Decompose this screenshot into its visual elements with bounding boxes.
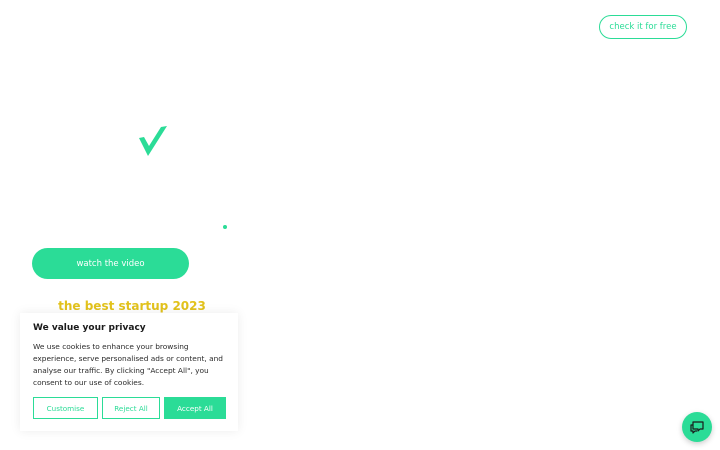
watch-video-button[interactable]: watch the video	[32, 248, 189, 279]
decorative-dot	[223, 225, 227, 229]
cookie-description: We use cookies to enhance your browsing …	[33, 342, 224, 387]
reject-all-button[interactable]: Reject All	[102, 397, 160, 419]
customise-button[interactable]: Customise	[33, 397, 98, 419]
landing-page: check it for free watch the video the be…	[0, 0, 720, 450]
chat-bubbles-icon	[690, 421, 704, 434]
check-it-for-free-button[interactable]: check it for free	[599, 15, 687, 39]
chat-button[interactable]	[682, 412, 712, 442]
tagline: the best startup 2023	[58, 299, 206, 313]
cookie-title: We value your privacy	[33, 323, 146, 333]
accept-all-button[interactable]: Accept All	[164, 397, 226, 419]
cookie-actions: Customise Reject All Accept All	[33, 397, 226, 419]
cookie-consent-banner: We value your privacy We use cookies to …	[20, 313, 238, 431]
check-mark-icon	[139, 126, 167, 156]
